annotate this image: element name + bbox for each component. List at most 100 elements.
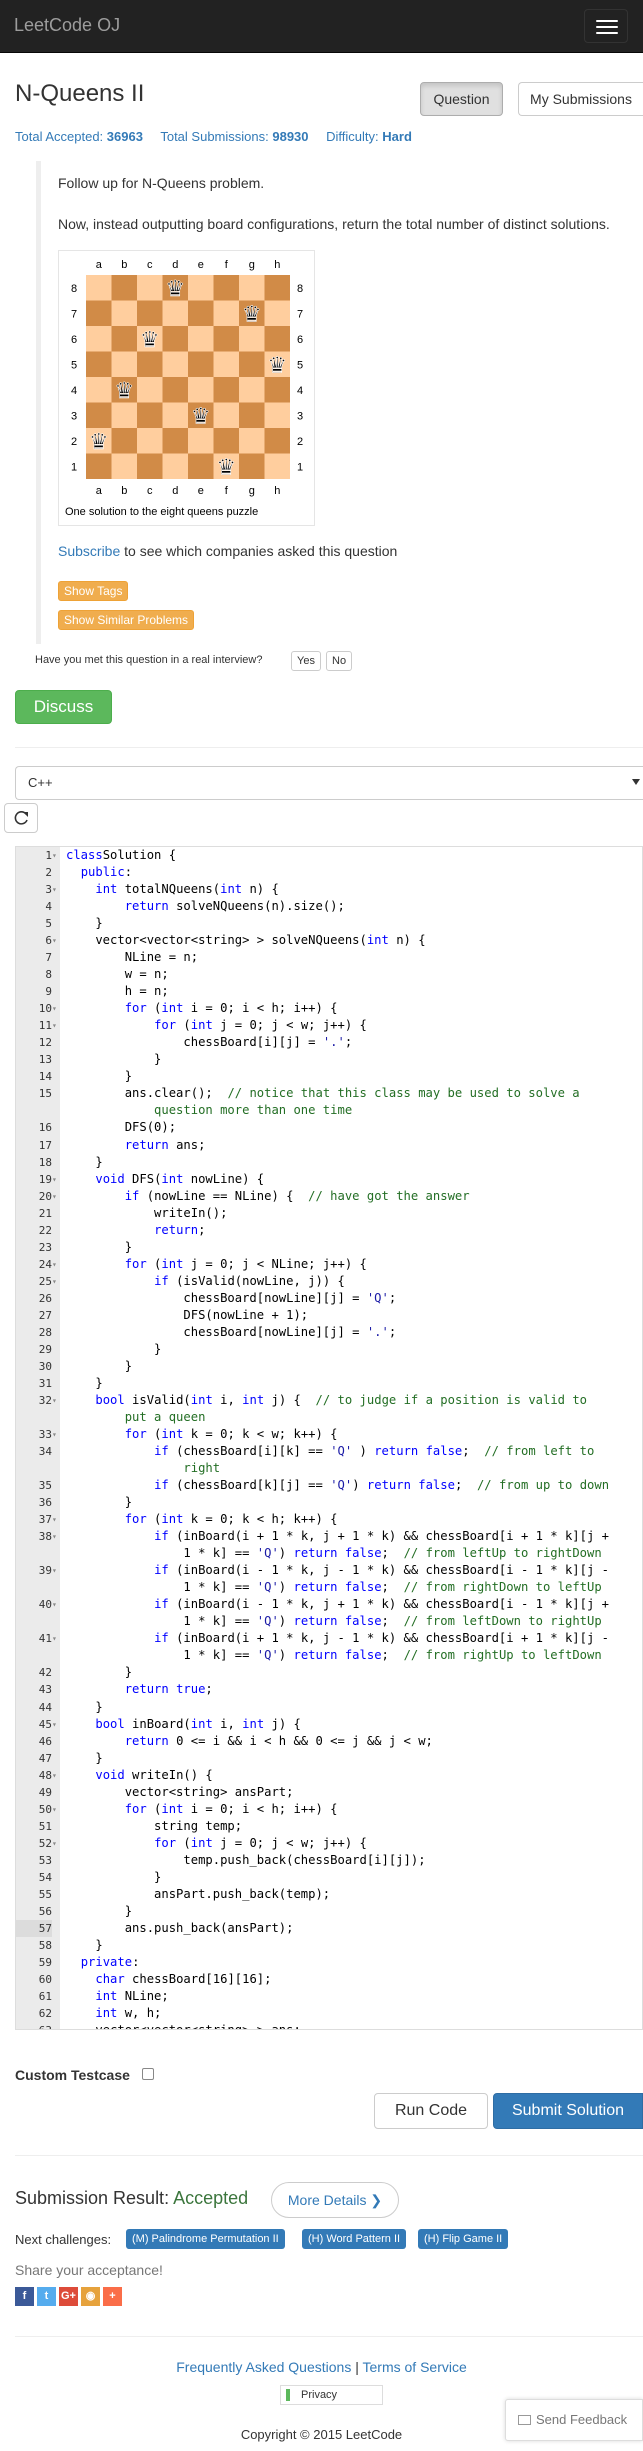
code-editor[interactable]: 1 ▾ classSolution {2 public: 3 ▾ int totalNQ… [15, 846, 643, 2030]
board-square [239, 402, 265, 428]
code-text: } [66, 1665, 133, 1680]
code-text: } [66, 1052, 162, 1067]
line-number: 5 [45, 917, 52, 931]
file-label: g [249, 485, 255, 497]
board-square [137, 428, 163, 454]
code-text: for (int j = 0; j < w; j++) { [154, 1835, 367, 1850]
code-line: 11 ▾ for (int j = 0; j < w; j++) { [16, 1017, 642, 1034]
line-number: 23 [38, 1240, 52, 1254]
faq-link[interactable]: Frequently Asked Questions [176, 2359, 351, 2375]
more-share-icon[interactable]: + [103, 2287, 122, 2306]
board-square [86, 351, 112, 377]
line-number: 14 [38, 1070, 52, 1084]
fold-arrow-icon[interactable]: ▾ [52, 1801, 60, 1818]
fold-arrow-icon[interactable]: ▾ [52, 1835, 60, 1852]
fold-arrow-icon[interactable]: ▾ [52, 1392, 60, 1409]
rank-label: 4 [71, 385, 77, 397]
more-details-button[interactable]: More Details ❯ [271, 2182, 399, 2218]
google-plus-icon[interactable]: G+ [59, 2287, 78, 2306]
question-text-2: Now, instead outputting board configurat… [58, 216, 610, 232]
challenge-palindrome-permutation-ii[interactable]: (M) Palindrome Permutation II [126, 2229, 285, 2249]
chessboard-image: a a b b c c d d e e f f g g h h 8 8 7 7 6 6 5 5 4 4 3 3 2 2 1 1 ♛ ♛ ♛ ♛ ♛ ♛ ♛ ♛ [71, 259, 303, 497]
code-text: if (chessBoard[k][j] == 'Q') return fals… [154, 1478, 610, 1493]
code-line: 40 ▾ if (inBoard(i - 1 * k, j + 1 * k) &&… [16, 1596, 642, 1613]
yes-button[interactable]: Yes [291, 651, 321, 671]
line-number: 53 [38, 1853, 52, 1867]
line-number: 47 [38, 1751, 52, 1765]
menu-toggle-button[interactable] [584, 9, 628, 43]
code-line: 1 * k] == 'Q') return false; // from lef… [16, 1613, 642, 1630]
facebook-icon[interactable]: f [15, 2287, 34, 2306]
fold-arrow-icon[interactable]: ▾ [52, 1171, 60, 1188]
board-square [188, 453, 214, 479]
send-feedback-button[interactable]: Send Feedback [505, 2399, 643, 2441]
no-button[interactable]: No [326, 651, 353, 671]
code-text: if (inBoard(i + 1 * k, j - 1 * k) && che… [154, 1631, 609, 1646]
fold-arrow-icon[interactable]: ▾ [52, 847, 60, 864]
submit-solution-button[interactable]: Submit Solution [493, 2093, 643, 2129]
weibo-icon[interactable]: ◉ [81, 2287, 100, 2306]
show-similar-problems-button[interactable]: Show Similar Problems [58, 610, 195, 630]
board-square [162, 300, 188, 326]
reset-code-button[interactable] [4, 803, 38, 833]
privacy-badge[interactable]: Privacy [280, 2385, 383, 2405]
queen-icon: ♛ [242, 302, 262, 327]
fold-arrow-icon[interactable]: ▾ [52, 1188, 60, 1205]
brand-logo[interactable]: LeetCode OJ [14, 15, 120, 36]
code-text: 1 * k] == 'Q') return false; // from lef… [66, 1546, 602, 1561]
tab-my-submissions[interactable]: My Submissions [518, 82, 643, 116]
rank-label: 3 [71, 410, 77, 422]
code-text: } [66, 1750, 103, 1765]
language-select[interactable]: C++ [15, 766, 643, 800]
tab-question[interactable]: Question [420, 82, 503, 116]
fold-arrow-icon[interactable]: ▾ [52, 881, 60, 898]
rank-label: 1 [71, 461, 77, 473]
rank-label: 6 [297, 334, 303, 346]
fold-arrow-icon[interactable]: ▾ [52, 1273, 60, 1290]
refresh-icon [14, 811, 28, 825]
fold-arrow-icon[interactable]: ▾ [52, 1716, 60, 1733]
challenge-flip-game-ii[interactable]: (H) Flip Game II [418, 2229, 509, 2249]
twitter-icon[interactable]: t [37, 2287, 56, 2306]
chessboard-figure: a a b b c c d d e e f f g g h h 8 8 7 7 6 6 5 5 4 4 3 3 2 2 1 1 ♛ ♛ ♛ ♛ ♛ ♛ ♛ ♛… [58, 250, 315, 526]
board-square [264, 402, 290, 428]
line-number: 25 [38, 1274, 52, 1288]
discuss-button[interactable]: Discuss [15, 690, 112, 724]
code-line: 34 if (chessBoard[i][k] == 'Q' ) return … [16, 1443, 642, 1460]
fold-arrow-icon[interactable]: ▾ [52, 932, 60, 949]
line-number: 4 [45, 900, 52, 914]
fold-arrow-icon[interactable]: ▾ [52, 1511, 60, 1528]
fold-arrow-icon[interactable]: ▾ [52, 1426, 60, 1443]
fold-arrow-icon[interactable]: ▾ [52, 1767, 60, 1784]
line-number: 58 [38, 1938, 52, 1952]
show-tags-button[interactable]: Show Tags [58, 581, 129, 601]
fold-arrow-icon[interactable]: ▾ [52, 1256, 60, 1273]
terms-of-service-link[interactable]: Terms of Service [363, 2359, 467, 2375]
fold-arrow-icon[interactable]: ▾ [52, 1000, 60, 1017]
code-line: 43 return true; [16, 1681, 642, 1698]
code-text: question more than one time [66, 1103, 353, 1118]
line-number: 15 [38, 1087, 52, 1101]
fold-arrow-icon[interactable]: ▾ [52, 1528, 60, 1545]
line-number: 55 [38, 1887, 52, 1901]
code-line: 26 chessBoard[nowLine][j] = 'Q'; [16, 1290, 642, 1307]
subscribe-link[interactable]: Subscribe [58, 543, 120, 559]
code-text: private: [80, 1954, 140, 1969]
fold-arrow-icon[interactable]: ▾ [52, 1017, 60, 1034]
run-code-button[interactable]: Run Code [374, 2093, 488, 2129]
challenge-word-pattern-ii[interactable]: (H) Word Pattern II [302, 2229, 407, 2249]
fold-arrow-icon[interactable]: ▾ [52, 1596, 60, 1613]
line-number: 61 [38, 1990, 52, 2003]
board-square [137, 402, 163, 428]
board-square [213, 326, 239, 352]
board-square [188, 275, 214, 301]
board-square [239, 377, 265, 403]
fold-arrow-icon[interactable]: ▾ [52, 1562, 60, 1579]
board-square [213, 428, 239, 454]
custom-testcase-checkbox[interactable] [142, 2068, 154, 2080]
code-line: 58 } [16, 1937, 642, 1954]
fold-arrow-icon[interactable]: ▾ [52, 1630, 60, 1647]
line-number: 19 [38, 1172, 52, 1186]
board-square [111, 326, 137, 352]
code-text: } [66, 1154, 103, 1169]
